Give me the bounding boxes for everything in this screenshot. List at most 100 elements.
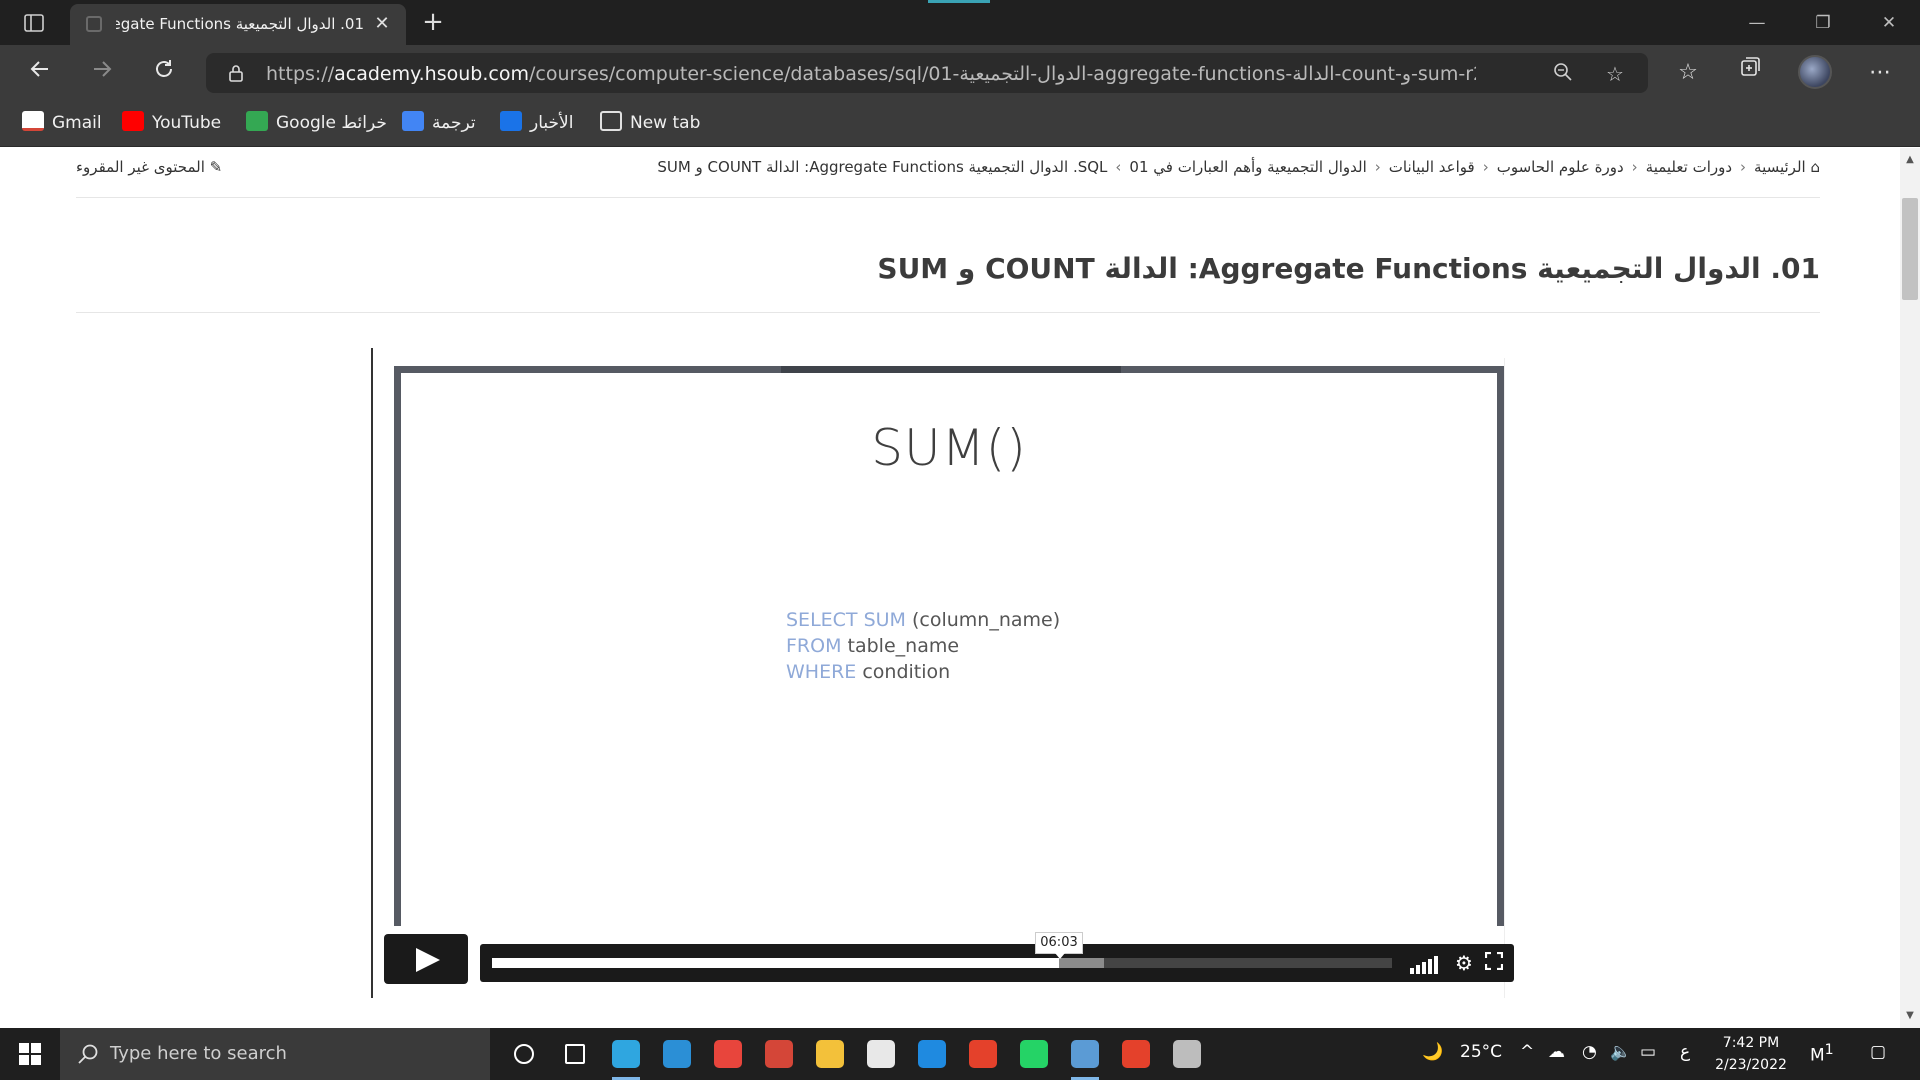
chrome-icon[interactable] (704, 1034, 752, 1074)
volume-tray-icon[interactable]: 🔈 (1610, 1042, 1631, 1062)
office-icon[interactable] (959, 1034, 1007, 1074)
favorites-icon[interactable]: ☆ (1670, 55, 1706, 91)
tab-favicon-icon (86, 16, 102, 32)
bookmark-gmail[interactable]: Gmail (22, 111, 102, 135)
tab-title: 01. الدوال التجميعية Aggregate Functions (116, 15, 364, 33)
bookmark-news[interactable]: الأخبار (500, 111, 573, 135)
content-rule (371, 348, 373, 998)
back-button[interactable] (22, 55, 58, 91)
breadcrumb: ⌂ الرئيسية‹دورات تعليمية‹دورة علوم الحاس… (657, 158, 1820, 176)
bookmark-youtube[interactable]: YouTube (122, 111, 221, 135)
vscode-icon[interactable] (653, 1034, 701, 1074)
gmail-icon[interactable] (755, 1034, 803, 1074)
weather-icon[interactable]: 🌙 (1422, 1042, 1443, 1062)
breadcrumb-databases[interactable]: قواعد البيانات (1389, 158, 1475, 176)
profile-avatar[interactable] (1798, 55, 1832, 89)
news-icon (500, 111, 522, 131)
edit-icon: ✎ (204, 158, 223, 176)
slide-code: SELECT SUM (column_name) FROM table_name… (786, 607, 1060, 685)
refresh-button[interactable] (146, 55, 182, 91)
whatsapp-icon[interactable] (1010, 1034, 1058, 1074)
forward-button[interactable] (84, 55, 120, 91)
back-arrow-icon (30, 61, 48, 77)
task-view-icon[interactable] (551, 1034, 599, 1074)
meet-now-icon[interactable]: M1 (1810, 1042, 1834, 1066)
fullscreen-icon[interactable] (1482, 951, 1506, 975)
add-favorite-icon[interactable]: ☆ (1602, 61, 1628, 87)
restore-button[interactable]: ❐ (1800, 10, 1846, 36)
played-progress (492, 958, 1059, 968)
tab-indicator (928, 0, 990, 3)
youtube-icon (122, 111, 144, 131)
control-bar: 06:03 ⚙ (480, 932, 1514, 982)
battery-icon[interactable]: ▭ (1640, 1042, 1656, 1062)
taskbar-search[interactable]: Type here to search (60, 1028, 490, 1080)
web-page: ✎ المحتوى غير المقروء ⌂ الرئيسية‹دورات ت… (0, 148, 1900, 1028)
snipping-tool-icon[interactable] (1061, 1034, 1109, 1080)
url-text[interactable]: https://academy.hsoub.com/courses/comput… (266, 63, 1476, 85)
office-icon-2[interactable] (1112, 1034, 1160, 1074)
breadcrumb-current: 01. الدوال التجميعية Aggregate Functions… (657, 158, 1149, 176)
tab-active[interactable]: 01. الدوال التجميعية Aggregate Functions… (70, 4, 406, 45)
bookmark-translate[interactable]: ترجمة (402, 111, 476, 135)
cortana-icon[interactable] (500, 1034, 548, 1074)
close-window-button[interactable]: ✕ (1866, 10, 1912, 36)
video-frame-notch (781, 366, 1121, 373)
navigation-bar: https://academy.hsoub.com/courses/comput… (0, 45, 1920, 100)
bookmark-new-tab[interactable]: New tab (600, 111, 700, 135)
more-menu-icon[interactable]: ⋯ (1862, 55, 1898, 91)
clock[interactable]: 7:42 PM 2/23/2022 (1706, 1032, 1796, 1076)
bookmark-maps[interactable]: Google خرائط (246, 111, 387, 135)
volume-icon[interactable] (1410, 956, 1444, 974)
progress-track[interactable]: 06:03 (492, 932, 1392, 968)
language-indicator[interactable]: ع (1680, 1042, 1690, 1062)
onedrive-icon[interactable]: ☁ (1548, 1042, 1565, 1062)
play-button[interactable] (384, 934, 468, 984)
breadcrumb-home[interactable]: الرئيسية (1754, 158, 1806, 176)
tab-close-icon[interactable]: ✕ (370, 12, 394, 36)
lock-icon[interactable] (226, 63, 246, 83)
page-title: 01. الدوال التجميعية Aggregate Functions… (877, 252, 1820, 285)
gmail-icon (22, 111, 44, 131)
slide-title: SUM() (871, 419, 1027, 477)
video-player[interactable]: SUM() SELECT SUM (column_name) FROM tabl… (394, 366, 1504, 926)
minimize-button[interactable]: — (1734, 10, 1780, 36)
unread-content-link[interactable]: ✎ المحتوى غير المقروء (76, 158, 222, 176)
page-scrollbar[interactable]: ▲ ▼ (1900, 148, 1920, 1028)
collections-icon[interactable] (1732, 55, 1768, 91)
search-placeholder: Type here to search (110, 1043, 287, 1064)
tab-actions-icon[interactable] (14, 10, 54, 36)
notifications-icon[interactable]: ▢ (1870, 1042, 1886, 1062)
scroll-up-icon[interactable]: ▲ (1904, 154, 1916, 166)
bookmarks-bar: Gmail YouTube Google خرائط ترجمة الأخبار… (0, 100, 1920, 147)
scroll-down-icon[interactable]: ▼ (1904, 1010, 1916, 1022)
database-icon[interactable] (1163, 1034, 1211, 1074)
new-tab-icon (600, 111, 622, 131)
scroll-thumb[interactable] (1902, 198, 1918, 300)
store-icon[interactable] (857, 1034, 905, 1074)
breadcrumb-courses[interactable]: دورات تعليمية (1646, 158, 1732, 176)
breadcrumb-section[interactable]: الدوال التجميعية وأهم العبارات في SQL (1078, 158, 1367, 176)
divider (76, 312, 1820, 313)
mail-icon[interactable] (908, 1034, 956, 1074)
tab-strip: 01. الدوال التجميعية Aggregate Functions… (0, 0, 1920, 45)
start-button[interactable] (0, 1028, 60, 1080)
video-controls: 06:03 ⚙ (384, 932, 1514, 986)
zoom-icon[interactable] (1550, 61, 1576, 87)
maps-icon (246, 111, 268, 131)
file-explorer-icon[interactable] (806, 1034, 854, 1074)
forward-arrow-icon (94, 61, 112, 77)
page-top-bar: ✎ المحتوى غير المقروء ⌂ الرئيسية‹دورات ت… (76, 148, 1820, 198)
wifi-icon[interactable]: ◔ (1582, 1042, 1597, 1062)
search-icon (78, 1044, 98, 1064)
new-tab-button[interactable]: + (418, 8, 448, 38)
weather-temp[interactable]: 25°C (1460, 1042, 1502, 1062)
tray-overflow-icon[interactable]: ^ (1520, 1042, 1534, 1062)
address-bar[interactable]: https://academy.hsoub.com/courses/comput… (206, 53, 1648, 93)
play-icon (416, 948, 440, 972)
settings-gear-icon[interactable]: ⚙ (1452, 951, 1476, 975)
translate-icon (402, 111, 424, 131)
breadcrumb-cs-course[interactable]: دورة علوم الحاسوب (1497, 158, 1624, 176)
taskbar: Type here to search 🌙 25°C ^ ☁ ◔ 🔈 ▭ ع 7… (0, 1028, 1920, 1080)
edge-icon[interactable] (602, 1034, 650, 1080)
